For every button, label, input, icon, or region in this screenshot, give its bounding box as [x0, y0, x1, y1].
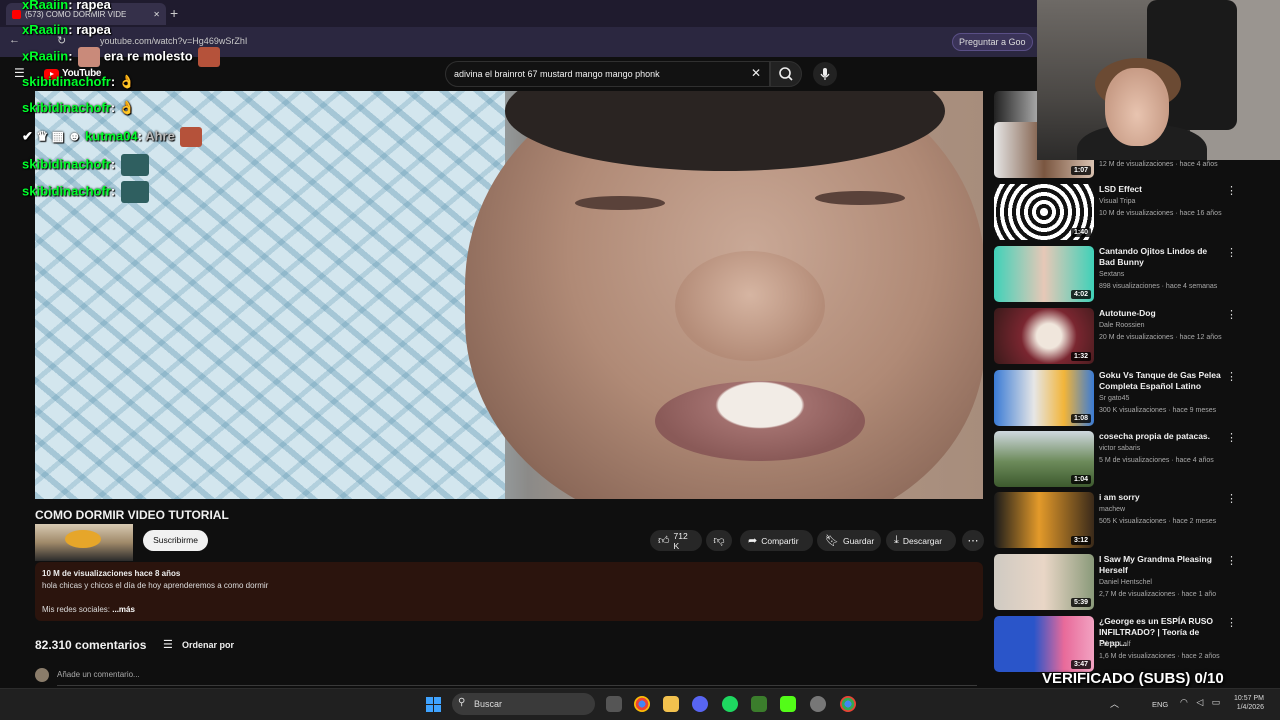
- emote-icon: [198, 47, 221, 67]
- youtube-favicon-icon: [12, 9, 21, 19]
- video-thumbnail[interactable]: 3:12: [994, 492, 1094, 548]
- obs-icon[interactable]: [810, 696, 826, 712]
- subs-goal-overlay: VERIFICADO (SUBS) 0/10: [1042, 670, 1224, 687]
- recommendation-item[interactable]: 3:47 ¿George es un ESPÍA RUSO INFILTRADO…: [994, 616, 1274, 674]
- comments-count: 82.310 comentarios: [35, 638, 147, 652]
- video-thumbnail[interactable]: 5:39: [994, 554, 1094, 610]
- file-explorer-icon[interactable]: [663, 696, 679, 712]
- video-thumbnail[interactable]: 1:08: [994, 370, 1094, 426]
- video-thumbnail[interactable]: 1:04: [994, 431, 1094, 487]
- like-button[interactable]: 👍︎ 712 K: [650, 530, 702, 551]
- minecraft-icon[interactable]: [751, 696, 767, 712]
- search-icon: ⚲: [458, 697, 466, 708]
- dislike-button[interactable]: 👎︎: [706, 530, 732, 551]
- video-meta: 10 M de visualizaciones hace 8 años: [42, 569, 181, 578]
- language-indicator[interactable]: ENG: [1152, 700, 1168, 709]
- spotify-icon[interactable]: [722, 696, 738, 712]
- download-icon: ⤓: [894, 534, 899, 546]
- channel-avatar[interactable]: [35, 524, 133, 561]
- bookmark-icon: 🔖︎: [825, 535, 839, 547]
- chat-message: skibidinachofr: 👌: [22, 100, 135, 115]
- chat-message: ✔ ♛ ▦ ☻ kutma04: Ahre: [22, 127, 203, 147]
- show-more-link[interactable]: ...más: [112, 605, 135, 614]
- webcam-overlay: [1037, 0, 1280, 160]
- chat-message: xRaaiin: era re molesto: [22, 47, 221, 67]
- url-field[interactable]: youtube.com/watch?v=Hg469wSrZhI: [100, 36, 247, 46]
- discord-icon[interactable]: [692, 696, 708, 712]
- hand-emote-icon: 👌: [118, 100, 135, 115]
- recommendation-item[interactable]: 1:04 cosecha propia de patacas. victor s…: [994, 431, 1274, 489]
- task-view-icon[interactable]: [606, 696, 622, 712]
- more-vertical-icon[interactable]: ⋮: [1226, 431, 1237, 444]
- video-title: COMO DORMIR VIDEO TUTORIAL: [35, 508, 229, 522]
- sort-icon[interactable]: ☰: [163, 638, 173, 651]
- recommendation-item[interactable]: 3:12 i am sorry machew 505 K visualizaci…: [994, 492, 1274, 550]
- avatar: [35, 668, 49, 682]
- hand-emote-icon: 👌: [118, 74, 135, 89]
- search-icon: [779, 67, 793, 81]
- comment-input[interactable]: Añade un comentario...: [57, 670, 140, 679]
- save-button[interactable]: 🔖︎ Guardar: [817, 530, 881, 551]
- recommendation-item[interactable]: 1:40 LSD Effect Visual Tripa 10 M de vis…: [994, 184, 1274, 242]
- chat-message: xRaaiin: rapea: [22, 0, 111, 12]
- recommendation-item[interactable]: 4:02 Cantando Ojitos Lindos de Bad Bunny…: [994, 246, 1274, 304]
- clock[interactable]: 10:57 PM 1/4/2026: [1234, 694, 1264, 712]
- search-query[interactable]: adivina el brainrot 67 mustard mango man…: [454, 69, 660, 79]
- more-actions-button[interactable]: ⋯: [962, 530, 984, 551]
- video-thumbnail[interactable]: 4:02: [994, 246, 1094, 302]
- share-icon: ➦: [748, 535, 758, 547]
- more-vertical-icon[interactable]: ⋮: [1226, 370, 1237, 383]
- more-vertical-icon[interactable]: ⋮: [1226, 184, 1237, 197]
- chrome-icon[interactable]: [634, 696, 650, 712]
- taskbar-search-label[interactable]: Buscar: [474, 699, 502, 709]
- video-social: Mis redes sociales: ...más: [42, 605, 135, 614]
- video-thumbnail[interactable]: 1:32: [994, 308, 1094, 364]
- thumbs-down-icon: 👎︎: [713, 535, 725, 547]
- sort-button[interactable]: Ordenar por: [182, 640, 234, 650]
- emote-icon: [180, 127, 203, 147]
- video-thumbnail[interactable]: 3:47: [994, 616, 1094, 672]
- more-vertical-icon[interactable]: ⋮: [1226, 308, 1237, 321]
- chat-message: xRaaiin: rapea: [22, 22, 111, 37]
- video-frame-pillow: [35, 91, 505, 499]
- ask-google-button[interactable]: Preguntar a Goo: [952, 33, 1033, 51]
- more-horizontal-icon: ⋯: [967, 535, 979, 547]
- clear-search-icon[interactable]: ✕: [751, 66, 761, 80]
- share-button[interactable]: ➦ Compartir: [740, 530, 813, 551]
- chat-message: skibidinachofr: 👌: [22, 74, 135, 89]
- thumbs-up-icon: 👍︎: [658, 535, 670, 547]
- more-vertical-icon[interactable]: ⋮: [1226, 554, 1237, 567]
- subscribe-button[interactable]: Suscribirme: [143, 530, 208, 551]
- video-player[interactable]: [35, 91, 983, 499]
- chat-message: skibidinachofr:: [22, 154, 149, 176]
- chat-message: skibidinachofr:: [22, 181, 149, 203]
- recommendation-meta: 12 M de visualizaciones · hace 4 años: [1099, 161, 1218, 168]
- chrome-active-icon[interactable]: [840, 696, 856, 712]
- recommendation-item[interactable]: 1:08 Goku Vs Tanque de Gas Pelea Complet…: [994, 370, 1274, 428]
- recommendation-item[interactable]: 5:39 I Saw My Grandma Pleasing Herself D…: [994, 554, 1274, 612]
- back-icon[interactable]: ←: [9, 34, 20, 46]
- more-vertical-icon[interactable]: ⋮: [1226, 492, 1237, 505]
- badge-icons: ✔ ♛ ▦ ☻: [22, 128, 85, 144]
- download-button[interactable]: ⤓ Descargar: [886, 530, 956, 551]
- comment-input-underline: [57, 685, 977, 686]
- emote-icon: [78, 47, 101, 67]
- tray-chevron-icon[interactable]: ︿: [1110, 697, 1119, 710]
- more-vertical-icon[interactable]: ⋮: [1226, 616, 1237, 629]
- tab-close-icon[interactable]: ✕: [153, 10, 160, 19]
- voice-search-button[interactable]: [813, 62, 837, 86]
- kick-icon[interactable]: [780, 696, 796, 712]
- emote-icon: [120, 181, 149, 203]
- emote-icon: [120, 154, 149, 176]
- video-thumbnail[interactable]: 1:40: [994, 184, 1094, 240]
- microphone-icon: [820, 68, 830, 80]
- new-tab-button[interactable]: +: [170, 5, 178, 21]
- more-vertical-icon[interactable]: ⋮: [1226, 246, 1237, 259]
- system-tray-icons[interactable]: ◠ ◁ ▭: [1180, 697, 1223, 708]
- windows-start-icon[interactable]: [426, 697, 441, 712]
- search-button[interactable]: [770, 61, 802, 87]
- recommendation-item[interactable]: 1:32 Autotune-Dog Dale Roossien 20 M de …: [994, 308, 1274, 366]
- video-description: hola chicas y chicos el día de hoy apren…: [42, 581, 269, 590]
